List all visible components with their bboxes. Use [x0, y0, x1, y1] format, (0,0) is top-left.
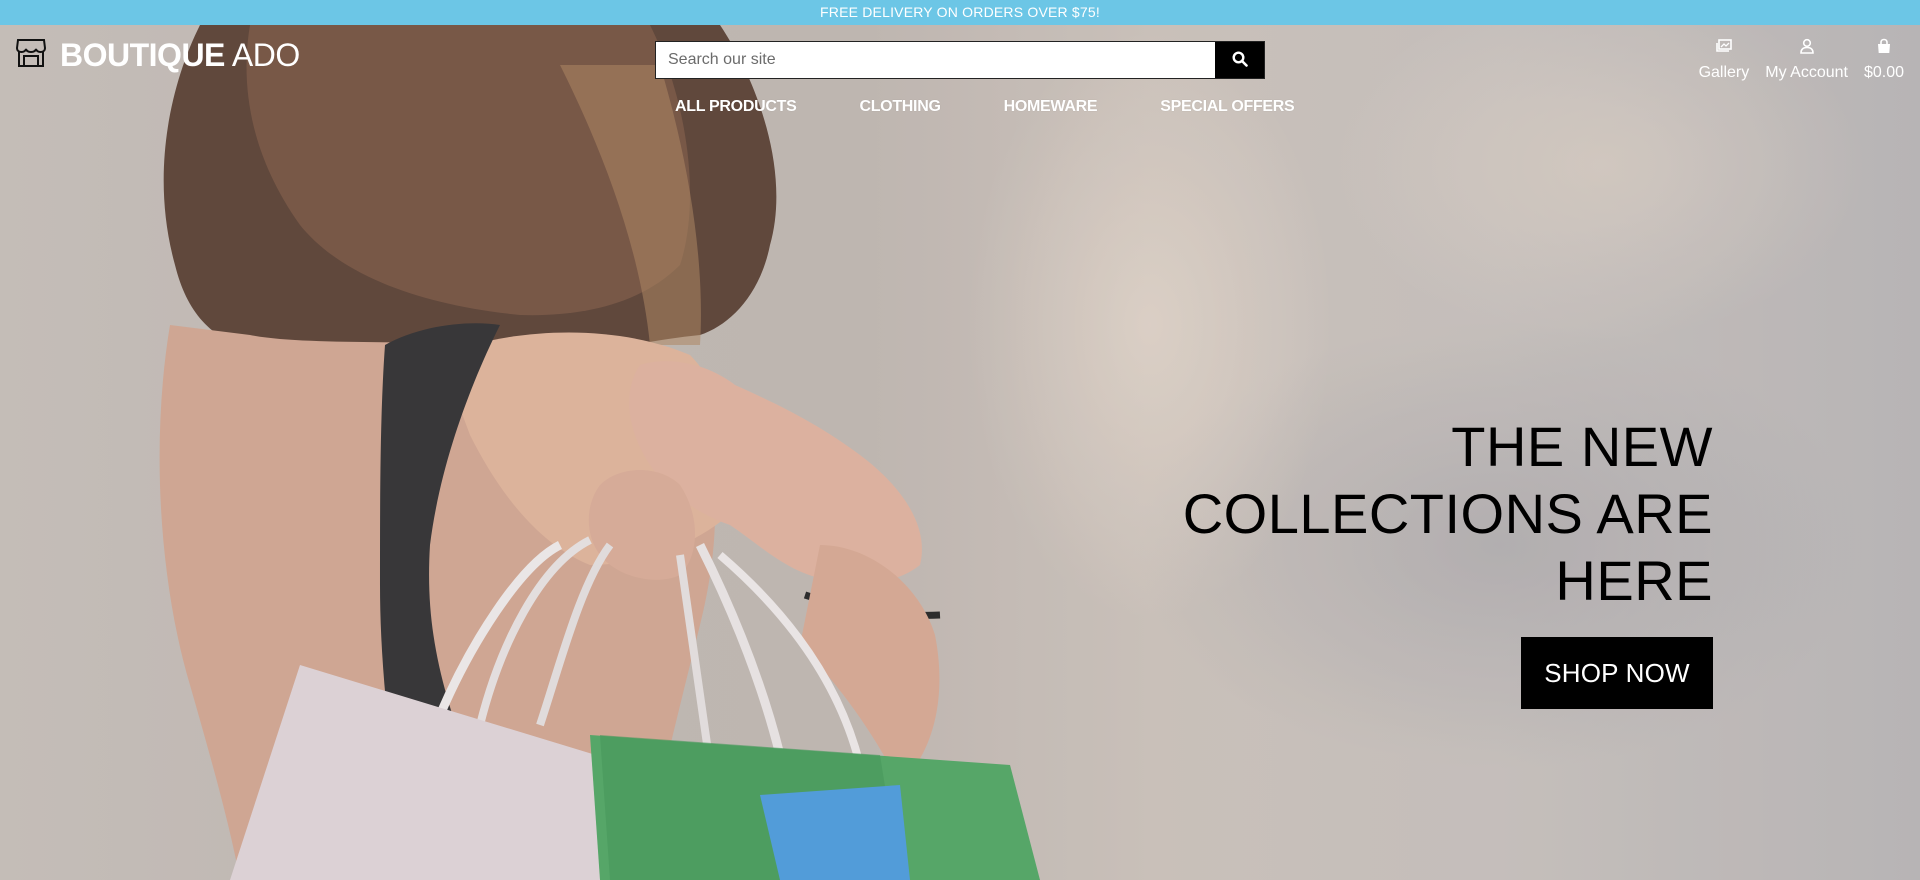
gallery-icon	[1715, 38, 1733, 64]
search-icon	[1231, 50, 1248, 70]
brand-name-bold: BOUTIQUE	[60, 37, 225, 73]
brand-name-light: ADO	[231, 37, 300, 73]
bag-total: $0.00	[1863, 64, 1904, 81]
promo-banner: FREE DELIVERY ON ORDERS OVER $75!	[0, 0, 1920, 25]
main-nav: ALL PRODUCTS CLOTHING HOMEWARE SPECIAL O…	[675, 98, 1357, 116]
my-account-label: My Account	[1765, 64, 1848, 81]
nav-homeware[interactable]: HOMEWARE	[1004, 98, 1098, 116]
promo-banner-text: FREE DELIVERY ON ORDERS OVER $75!	[820, 4, 1100, 20]
search-button[interactable]	[1215, 42, 1264, 78]
shopping-bag-icon	[1876, 38, 1892, 64]
shopping-bag-link[interactable]: $0.00	[1864, 38, 1904, 82]
nav-special-offers[interactable]: SPECIAL OFFERS	[1160, 98, 1295, 116]
gallery-link[interactable]: Gallery	[1698, 38, 1750, 82]
user-icon	[1799, 38, 1815, 64]
nav-all-products[interactable]: ALL PRODUCTS	[675, 98, 797, 116]
shop-now-button[interactable]: SHOP NOW	[1521, 637, 1713, 709]
nav-clothing[interactable]: CLOTHING	[859, 98, 940, 116]
my-account-link[interactable]: My Account	[1765, 38, 1848, 82]
search-form	[655, 41, 1265, 79]
search-input[interactable]	[656, 42, 1215, 78]
brand-logo[interactable]: BOUTIQUE ADO	[14, 36, 300, 75]
store-icon	[14, 36, 60, 75]
gallery-label: Gallery	[1698, 64, 1750, 81]
user-nav: Gallery My Account $0.00	[1683, 38, 1904, 82]
hero-headline: THE NEW COLLECTIONS ARE HERE	[1182, 415, 1713, 612]
